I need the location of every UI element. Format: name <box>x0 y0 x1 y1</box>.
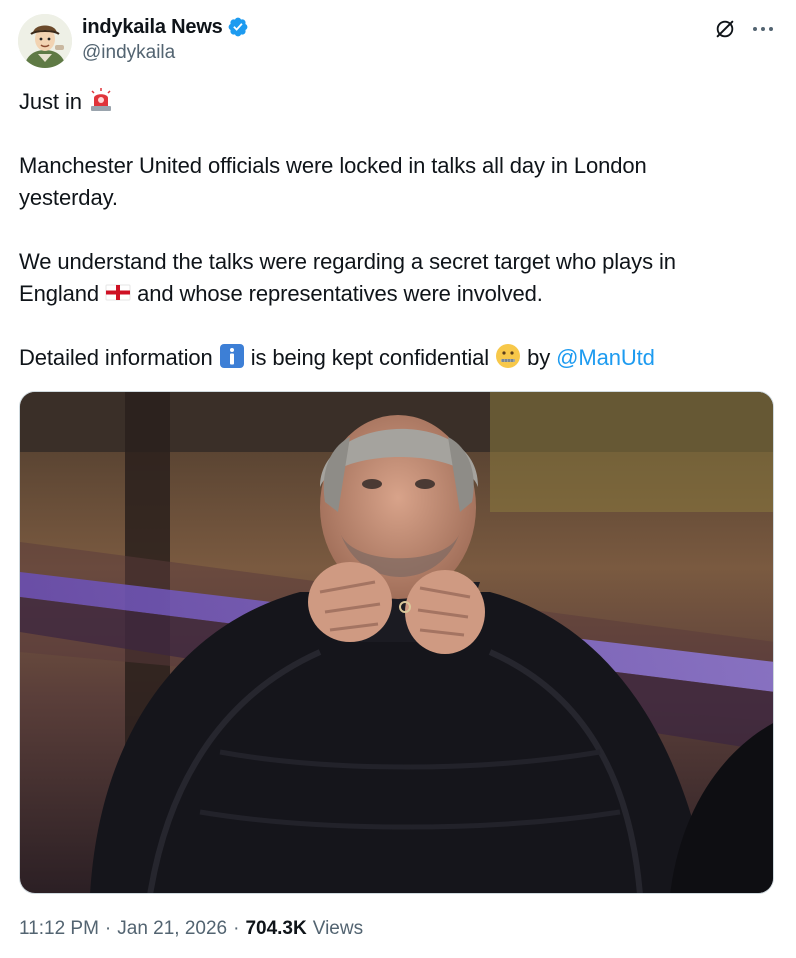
header-actions <box>714 18 774 40</box>
views-label: Views <box>312 918 364 939</box>
tweet-meta: 11:12 PM · Jan 21, 2026 · 704.3K Views <box>19 918 363 940</box>
meta-separator: · <box>233 918 240 939</box>
mention-link[interactable]: @ManUtd <box>556 345 655 370</box>
avatar[interactable] <box>18 14 72 68</box>
tweet-paragraph-3: We understand the talks were regarding a… <box>19 246 739 310</box>
tweet-paragraph-4: Detailed information is being kept confi… <box>19 342 739 374</box>
information-icon <box>219 343 245 369</box>
views-count[interactable]: 704.3K <box>245 918 306 940</box>
england-flag-icon <box>105 279 131 305</box>
meta-separator: · <box>104 918 112 939</box>
author-block: indykaila News @indykaila <box>82 14 249 64</box>
tweet-date[interactable]: Jan 21, 2026 <box>117 918 227 940</box>
police-car-light-icon <box>88 87 114 113</box>
author-display-name[interactable]: indykaila News <box>82 16 223 39</box>
tweet-text: Just in Manchester United officials were… <box>19 86 739 374</box>
more-options-icon[interactable] <box>752 18 774 40</box>
tweet-text-just-in: Just in <box>19 89 82 114</box>
tweet-text-segment: Detailed information <box>19 345 213 370</box>
tweet-text-segment: and whose representatives were involved. <box>137 281 543 306</box>
grok-icon[interactable] <box>714 18 736 40</box>
tweet-paragraph-1: Just in <box>19 86 739 118</box>
tweet-paragraph-2: Manchester United officials were locked … <box>19 153 647 210</box>
avatar-illustration <box>18 14 72 68</box>
author-handle[interactable]: @indykaila <box>82 42 249 64</box>
tweet-photo[interactable] <box>19 391 774 894</box>
photo-image <box>20 392 773 893</box>
tweet-card[interactable]: indykaila News @indykaila Just in Manche… <box>0 0 796 958</box>
tweet-text-segment: is being kept confidential <box>250 345 490 370</box>
tweet-text-segment: by <box>527 345 551 370</box>
verified-badge-icon[interactable] <box>227 16 249 38</box>
zipper-mouth-face-icon <box>495 343 521 369</box>
tweet-time[interactable]: 11:12 PM <box>19 918 99 940</box>
